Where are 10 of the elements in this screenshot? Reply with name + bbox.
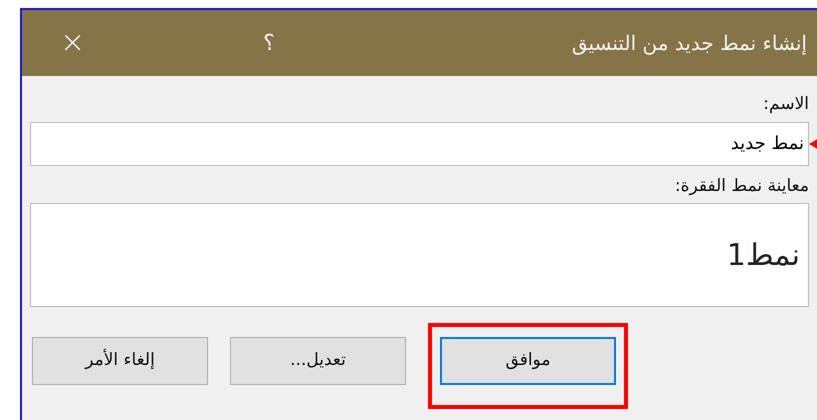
name-label: الاسم: (763, 93, 809, 116)
name-field[interactable]: نمط جديد (30, 122, 809, 166)
dialog-button[interactable]: تعديل... (230, 337, 406, 385)
preview-label: معاينة نمط الفقرة: (674, 174, 809, 198)
window-title: إنشاء نمط جديد من التنسيق (570, 30, 807, 57)
dialog-button[interactable]: إلغاء الأمر (32, 337, 208, 385)
dialog-button[interactable]: موافق (440, 337, 616, 385)
close-button[interactable]: × (52, 28, 94, 58)
preview-text: نمط1 (726, 236, 800, 274)
help-button[interactable]: ؟ (263, 26, 275, 60)
